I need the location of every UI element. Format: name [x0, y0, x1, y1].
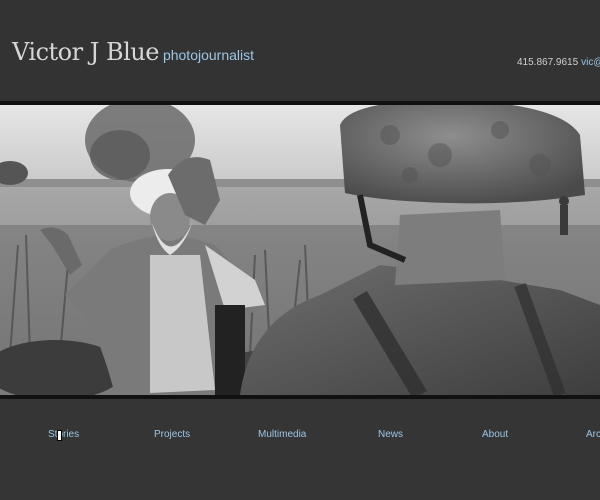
logo-tagline: photojournalist — [162, 47, 255, 63]
contact-info: 415.867.9615vic@v — [517, 57, 600, 68]
nav-item-archive[interactable]: Arc — [586, 429, 600, 440]
site-header: Victor J Blue photojournalist 415.867.961… — [0, 0, 600, 101]
email-link[interactable]: vic@v — [581, 57, 600, 68]
main-nav: Stories Projects Multimedia News About A… — [0, 399, 600, 500]
page: Victor J Blue photojournalist 415.867.961… — [0, 0, 600, 500]
nav-item-news[interactable]: News — [378, 429, 403, 440]
text-cursor-icon — [57, 430, 62, 441]
nav-item-stories[interactable]: Stories — [48, 429, 79, 440]
nav-item-about[interactable]: About — [482, 429, 508, 440]
hero-photo-image — [0, 105, 600, 395]
phone-number: 415.867.9615 — [517, 57, 579, 68]
nav-item-projects[interactable]: Projects — [154, 429, 190, 440]
logo-name: Victor J Blue — [12, 38, 159, 66]
hero-photo[interactable] — [0, 105, 600, 395]
nav-item-multimedia[interactable]: Multimedia — [258, 429, 306, 440]
site-logo[interactable]: Victor J Blue photojournalist — [12, 38, 254, 66]
